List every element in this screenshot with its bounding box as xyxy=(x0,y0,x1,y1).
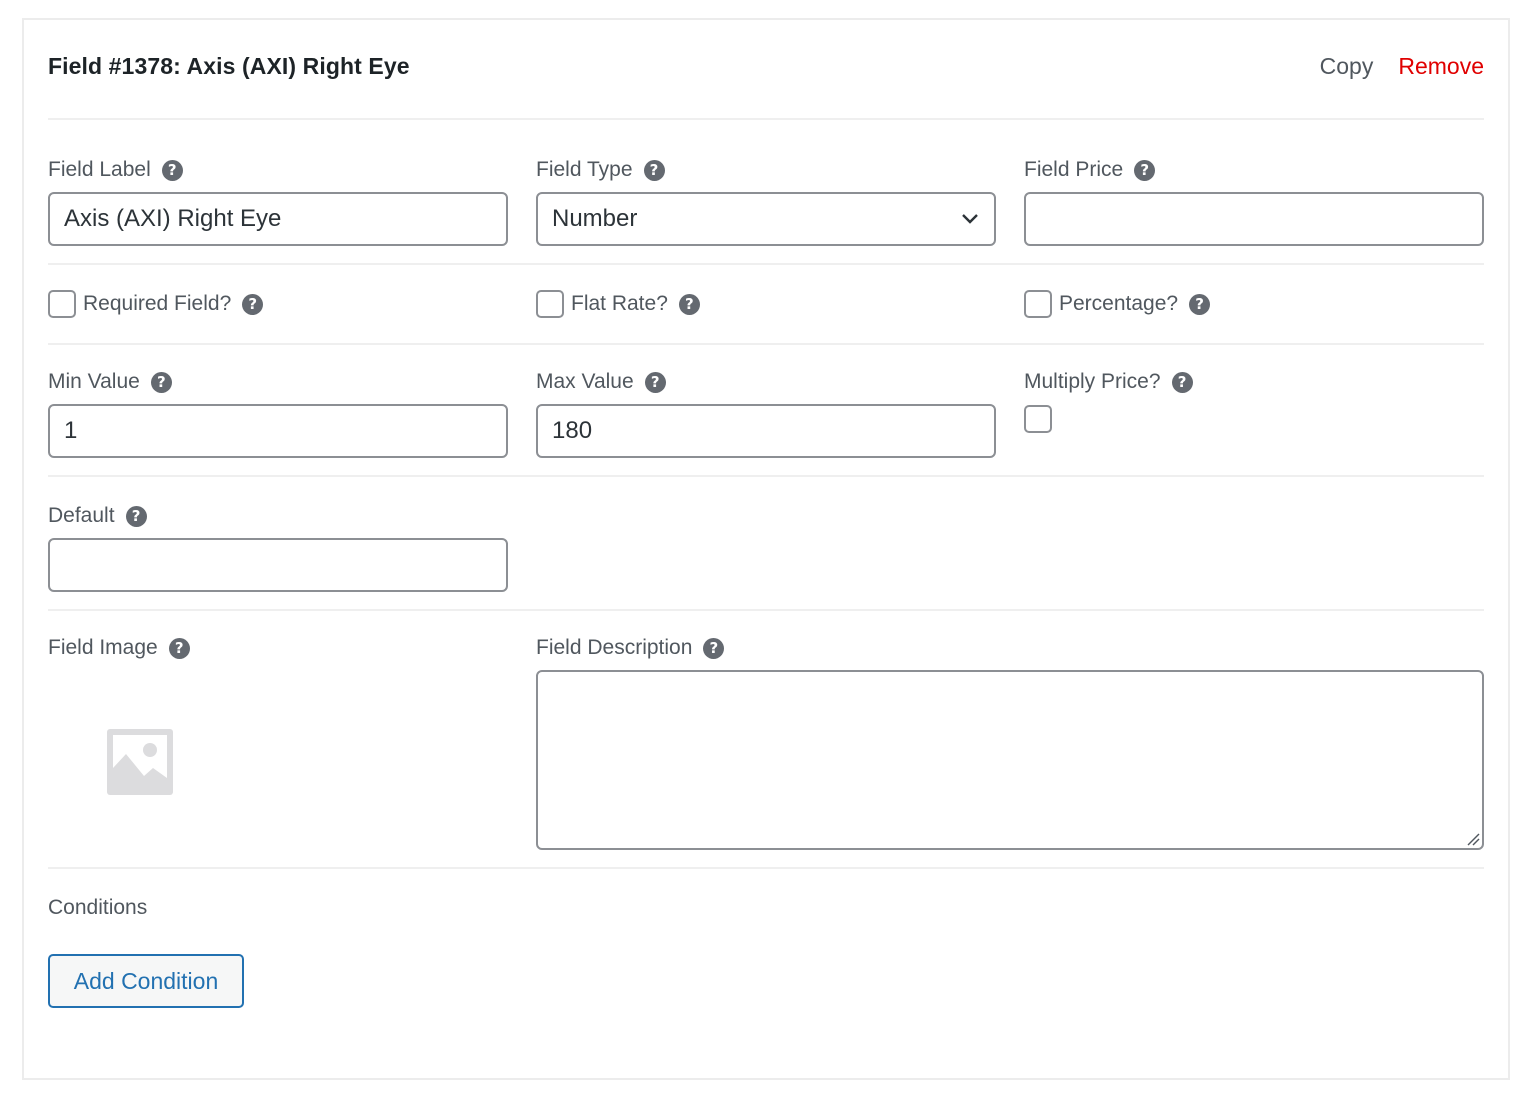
divider xyxy=(48,867,1484,869)
divider xyxy=(48,118,1484,120)
help-icon[interactable]: ? xyxy=(678,293,700,315)
required-field-label: Required Field? xyxy=(83,292,232,315)
field-image-text: Field Image xyxy=(48,636,158,659)
help-icon[interactable]: ? xyxy=(1134,159,1156,181)
min-value-text: Min Value xyxy=(48,370,140,393)
field-price-label: Field Price ? xyxy=(1024,157,1484,183)
divider xyxy=(48,475,1484,477)
field-type-label: Field Type ? xyxy=(536,157,996,183)
min-value-input[interactable]: 1 xyxy=(48,404,508,458)
help-icon[interactable]: ? xyxy=(1189,293,1211,315)
field-type-select[interactable]: Number xyxy=(536,192,996,246)
field-type-value: Number xyxy=(552,205,638,232)
field-price-input[interactable] xyxy=(1024,192,1484,246)
flat-rate-checkbox[interactable] xyxy=(536,290,564,318)
field-description-text: Field Description xyxy=(536,636,693,659)
field-label-input[interactable]: Axis (AXI) Right Eye xyxy=(48,192,508,246)
default-input[interactable] xyxy=(48,538,508,592)
field-type-group: Field Type ? Number xyxy=(536,157,996,246)
default-group: Default ? xyxy=(48,503,508,592)
add-condition-button[interactable]: Add Condition xyxy=(48,954,244,1008)
multiply-price-group: Multiply Price? ? xyxy=(1024,369,1484,433)
max-value-label: Max Value ? xyxy=(536,369,996,395)
help-icon[interactable]: ? xyxy=(150,371,172,393)
max-value-input[interactable]: 180 xyxy=(536,404,996,458)
field-header: Field #1378: Axis (AXI) Right Eye Copy R… xyxy=(48,20,1484,120)
field-description-textarea[interactable] xyxy=(536,670,1484,850)
conditions-heading: Conditions xyxy=(48,896,148,919)
required-field-group: Required Field? ? xyxy=(48,290,508,318)
multiply-price-checkbox[interactable] xyxy=(1024,405,1052,433)
max-value-text: Max Value xyxy=(536,370,634,393)
default-text: Default xyxy=(48,504,115,527)
percentage-label: Percentage? xyxy=(1059,292,1179,315)
field-description-label: Field Description ? xyxy=(536,635,996,661)
resize-handle-icon[interactable] xyxy=(1466,832,1480,846)
help-icon[interactable]: ? xyxy=(125,505,147,527)
image-placeholder-icon[interactable] xyxy=(106,728,174,796)
divider xyxy=(48,263,1484,265)
field-image-label: Field Image ? xyxy=(48,635,508,661)
field-price-text: Field Price xyxy=(1024,158,1124,181)
field-label-label: Field Label ? xyxy=(48,157,508,183)
field-description-group: Field Description ? xyxy=(536,635,996,661)
help-icon[interactable]: ? xyxy=(644,371,666,393)
header-actions: Copy Remove xyxy=(1320,53,1484,80)
help-icon[interactable]: ? xyxy=(242,293,264,315)
field-label-group: Field Label ? Axis (AXI) Right Eye xyxy=(48,157,508,246)
help-icon[interactable]: ? xyxy=(161,159,183,181)
multiply-price-label: Multiply Price? ? xyxy=(1024,369,1484,395)
chevron-down-icon xyxy=(962,214,978,224)
field-type-text: Field Type xyxy=(536,158,633,181)
divider xyxy=(48,609,1484,611)
min-value-group: Min Value ? 1 xyxy=(48,369,508,458)
help-icon[interactable]: ? xyxy=(643,159,665,181)
field-editor-panel: Field #1378: Axis (AXI) Right Eye Copy R… xyxy=(22,18,1510,1080)
percentage-group: Percentage? ? xyxy=(1024,290,1484,318)
multiply-price-text: Multiply Price? xyxy=(1024,370,1161,393)
field-price-group: Field Price ? xyxy=(1024,157,1484,246)
default-label: Default ? xyxy=(48,503,508,529)
remove-link[interactable]: Remove xyxy=(1398,53,1484,80)
copy-link[interactable]: Copy xyxy=(1320,53,1374,80)
help-icon[interactable]: ? xyxy=(1171,371,1193,393)
min-value-value: 1 xyxy=(64,417,78,444)
field-title: Field #1378: Axis (AXI) Right Eye xyxy=(48,53,410,79)
percentage-checkbox[interactable] xyxy=(1024,290,1052,318)
field-label-text: Field Label xyxy=(48,158,151,181)
help-icon[interactable]: ? xyxy=(703,637,725,659)
field-editor-inner: Field #1378: Axis (AXI) Right Eye Copy R… xyxy=(48,20,1484,1078)
field-image-group: Field Image ? xyxy=(48,635,508,661)
min-value-label: Min Value ? xyxy=(48,369,508,395)
flat-rate-label: Flat Rate? xyxy=(571,292,668,315)
max-value-value: 180 xyxy=(552,417,593,444)
divider xyxy=(48,343,1484,345)
max-value-group: Max Value ? 180 xyxy=(536,369,996,458)
required-field-checkbox[interactable] xyxy=(48,290,76,318)
flat-rate-group: Flat Rate? ? xyxy=(536,290,996,318)
field-label-value: Axis (AXI) Right Eye xyxy=(64,205,282,232)
help-icon[interactable]: ? xyxy=(168,637,190,659)
